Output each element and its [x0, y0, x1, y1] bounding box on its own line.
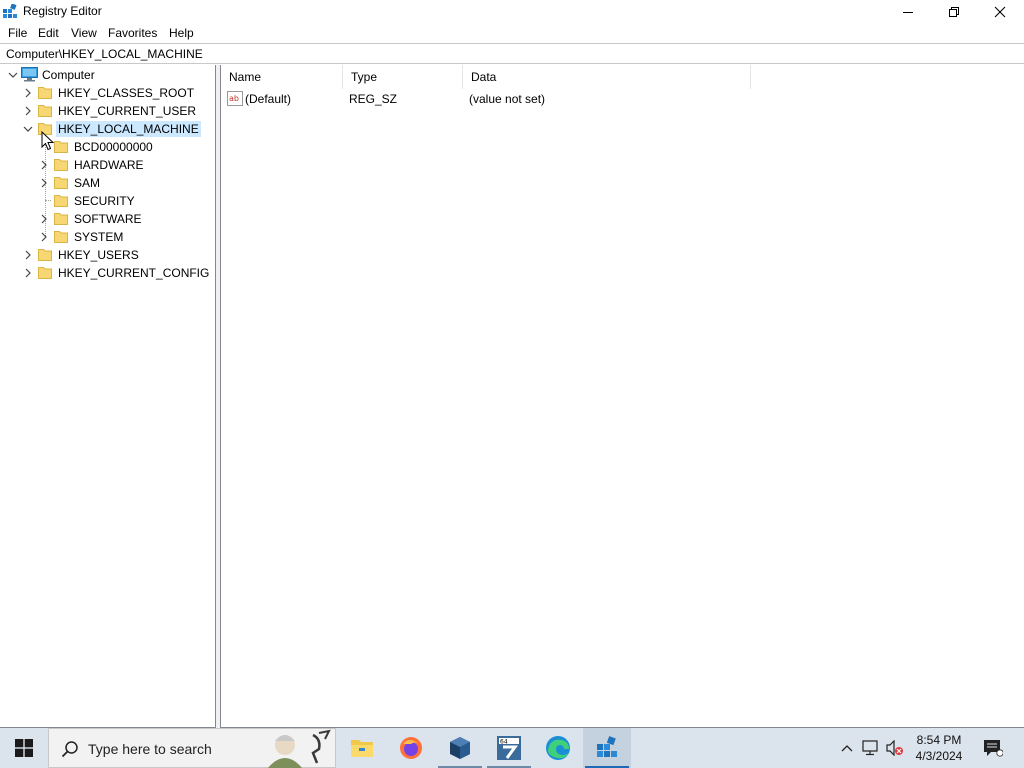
value-data: (value not set) [469, 92, 546, 106]
volume-muted-icon [886, 740, 903, 756]
windows-logo-icon [15, 739, 33, 757]
registry-editor-icon [3, 4, 17, 18]
minimize-icon [903, 12, 913, 13]
edge-icon [546, 736, 570, 760]
close-icon [994, 6, 1006, 18]
action-center-button[interactable] [982, 738, 1004, 758]
search-icon [61, 741, 78, 758]
taskbar-firefox[interactable] [387, 728, 435, 768]
folder-icon [54, 159, 68, 171]
tree-item-computer[interactable]: Computer [40, 67, 97, 83]
chevron-right-icon[interactable] [23, 250, 33, 260]
computer-icon [21, 67, 38, 82]
minimize-button[interactable] [885, 0, 931, 24]
restore-button[interactable] [931, 0, 977, 24]
tree-item-hkey-local-machine[interactable]: HKEY_LOCAL_MACHINE [56, 121, 201, 137]
folder-icon [54, 213, 68, 225]
address-path: Computer\HKEY_LOCAL_MACHINE [6, 47, 203, 61]
chevron-down-icon[interactable] [23, 124, 33, 134]
taskbar-search-box[interactable]: Type here to search [48, 728, 336, 768]
string-value-icon: ab [227, 91, 243, 106]
tree-item-security[interactable]: SECURITY [72, 193, 137, 209]
show-hidden-icons-button[interactable] [838, 738, 856, 758]
tree-guide-line [45, 200, 51, 201]
chevron-right-icon[interactable] [39, 232, 49, 242]
tree-item-software[interactable]: SOFTWARE [72, 211, 144, 227]
value-type: REG_SZ [349, 92, 398, 106]
tree-item-bcd00000000[interactable]: BCD00000000 [72, 139, 155, 155]
registry-editor-icon [597, 736, 617, 757]
menu-edit[interactable]: Edit [32, 24, 69, 43]
menu-view[interactable]: View [68, 24, 107, 43]
address-bar[interactable]: Computer\HKEY_LOCAL_MACHINE [0, 43, 1024, 64]
column-header-type[interactable]: Type [343, 65, 463, 89]
chevron-right-icon[interactable] [39, 178, 49, 188]
firefox-icon [400, 737, 422, 759]
search-placeholder: Type here to search [88, 741, 212, 757]
chevron-right-icon[interactable] [39, 214, 49, 224]
menu-bar: File Edit View Favorites Help [0, 24, 207, 43]
menu-help[interactable]: Help [168, 24, 208, 43]
chevron-right-icon[interactable] [39, 160, 49, 170]
folder-icon [38, 267, 52, 279]
network-icon [862, 740, 878, 756]
folder-icon [38, 105, 52, 117]
svg-text:64: 64 [500, 739, 508, 746]
column-header-data[interactable]: Data [463, 65, 751, 89]
tree-item-hkey-current-config[interactable]: HKEY_CURRENT_CONFIG [56, 265, 211, 281]
virtualbox-icon [450, 737, 470, 759]
menu-favorites[interactable]: Favorites [106, 24, 169, 43]
taskbar-registry-editor[interactable] [583, 728, 631, 768]
folder-icon [38, 87, 52, 99]
file-explorer-icon [351, 740, 373, 757]
tree-item-system[interactable]: SYSTEM [72, 229, 125, 245]
tree-item-hkey-users[interactable]: HKEY_USERS [56, 247, 141, 263]
network-status-button[interactable] [862, 738, 880, 758]
taskbar-file-explorer[interactable] [338, 728, 386, 768]
chevron-up-icon [841, 745, 853, 752]
title-bar[interactable]: Registry Editor [0, 0, 1024, 24]
tree-item-hardware[interactable]: HARDWARE [72, 157, 146, 173]
chevron-right-icon[interactable] [23, 268, 33, 278]
tree-item-hkey-current-user[interactable]: HKEY_CURRENT_USER [56, 103, 198, 119]
folder-icon [54, 177, 68, 189]
tree-item-sam[interactable]: SAM [72, 175, 102, 191]
search-highlight-illustration-icon [267, 729, 331, 768]
taskbar: Type here to search 64 8:54 PM 4/3/2024 [0, 728, 1024, 768]
volume-button[interactable] [886, 738, 904, 758]
start-button[interactable] [0, 728, 48, 768]
close-button[interactable] [977, 0, 1023, 24]
folder-icon [54, 231, 68, 243]
value-row[interactable]: ab (Default) REG_SZ (value not set) [221, 90, 1024, 108]
archive-7zip-icon: 64 [497, 736, 521, 760]
column-header-name[interactable]: Name [221, 65, 343, 89]
folder-icon [38, 249, 52, 261]
value-name: (Default) [245, 92, 292, 106]
taskbar-clock[interactable]: 8:54 PM 4/3/2024 [908, 732, 970, 764]
folder-icon [54, 141, 68, 153]
menu-file[interactable]: File [0, 24, 33, 43]
chevron-down-icon[interactable] [8, 70, 18, 80]
clock-time: 8:54 PM [916, 733, 962, 747]
taskbar-7zip[interactable]: 64 [485, 728, 533, 768]
key-tree-pane[interactable]: Computer HKEY_CLASSES_ROOT HKEY_CURRENT_… [0, 65, 216, 728]
notification-icon [984, 740, 1003, 757]
tree-item-hkey-classes-root[interactable]: HKEY_CLASSES_ROOT [56, 85, 196, 101]
clock-date: 4/3/2024 [915, 749, 963, 763]
folder-icon [54, 195, 68, 207]
mouse-cursor-icon [41, 131, 54, 151]
chevron-right-icon[interactable] [23, 106, 33, 116]
chevron-right-icon[interactable] [23, 88, 33, 98]
restore-icon [949, 7, 959, 17]
window-title: Registry Editor [23, 4, 102, 18]
taskbar-virtualbox[interactable] [436, 728, 484, 768]
taskbar-edge[interactable] [534, 728, 582, 768]
svg-text:ab: ab [229, 94, 239, 103]
values-list-pane[interactable]: Name Type Data ab (Default) REG_SZ (valu… [220, 65, 1024, 728]
